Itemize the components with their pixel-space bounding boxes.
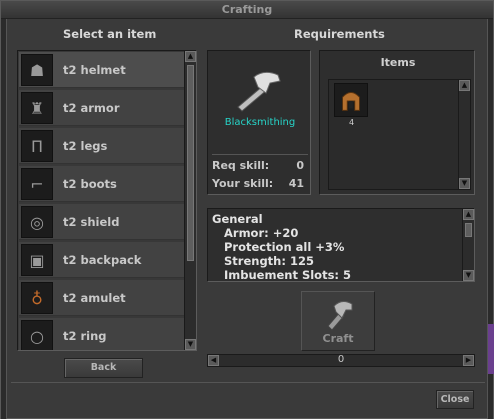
helmet-icon[interactable] — [334, 83, 368, 117]
list-item-label: t2 backpack — [63, 253, 142, 267]
backpack-icon: ▣ — [21, 244, 53, 276]
req-skill-row: Req skill: 0 — [212, 159, 308, 172]
ring-icon: ○ — [21, 320, 53, 350]
req-skill-label: Req skill: — [212, 159, 270, 172]
close-button[interactable]: Close — [436, 390, 474, 409]
hammer-icon — [237, 71, 281, 112]
craft-button[interactable]: Craft — [301, 291, 375, 351]
description-line: Strength: 125 — [224, 254, 314, 268]
window-title[interactable]: Crafting — [1, 1, 493, 19]
scroll-up-arrow-icon[interactable]: ▲ — [459, 80, 470, 91]
items-title: Items — [380, 56, 416, 69]
your-skill-value: 41 — [288, 177, 304, 190]
armor-icon: ♜ — [21, 92, 53, 124]
description-line: Protection all +3% — [224, 240, 345, 254]
item-description: General Armor: +20 Protection all +3% St… — [207, 208, 475, 282]
profession-panel: Blacksmithing Req skill: 0 Your skill: 4… — [207, 50, 311, 195]
back-button[interactable]: Back — [64, 358, 143, 378]
materials-scrollbar[interactable]: ▲ ▼ — [458, 80, 470, 189]
list-item[interactable]: ♁ t2 amulet — [19, 280, 184, 316]
window-border-left — [1, 19, 7, 419]
crafting-window: Crafting Select an item Requirements ☗ t… — [0, 0, 494, 419]
list-item-label: t2 helmet — [63, 63, 126, 77]
items-panel: Items 4 ▲ ▼ — [319, 50, 475, 195]
requirements-heading: Requirements — [294, 27, 385, 41]
list-item-label: t2 amulet — [63, 291, 126, 305]
scroll-right-arrow-icon[interactable]: ▶ — [463, 355, 474, 366]
materials-list[interactable]: 4 ▲ ▼ — [328, 79, 471, 190]
list-item[interactable]: ⌐ t2 boots — [19, 166, 184, 202]
scroll-thumb[interactable] — [187, 65, 194, 261]
description-line: Imbuement Slots: 5 — [224, 268, 352, 282]
your-skill-label: Your skill: — [212, 177, 274, 190]
border-decoration — [488, 324, 494, 374]
item-list[interactable]: ☗ t2 helmet ♜ t2 armor Π t2 legs ⌐ t2 bo… — [17, 50, 197, 351]
description-line: Armor: +20 — [224, 226, 299, 240]
helmet-icon: ☗ — [21, 54, 53, 86]
scroll-up-arrow-icon[interactable]: ▲ — [185, 51, 196, 62]
shield-icon: ◎ — [21, 206, 53, 238]
description-line: General — [212, 212, 263, 226]
list-item[interactable]: ▣ t2 backpack — [19, 242, 184, 278]
scroll-up-arrow-icon[interactable]: ▲ — [463, 209, 474, 220]
list-item[interactable]: ○ t2 ring — [19, 318, 184, 350]
legs-icon: Π — [21, 130, 53, 162]
divider — [212, 154, 308, 155]
amount-scrollbar[interactable]: ◀ 0 ▶ — [207, 354, 475, 367]
boots-icon: ⌐ — [21, 168, 53, 200]
req-skill-value: 0 — [296, 159, 304, 172]
window-border-right — [487, 19, 494, 419]
scroll-thumb[interactable] — [465, 223, 472, 237]
list-item-label: t2 boots — [63, 177, 117, 191]
scroll-down-arrow-icon[interactable]: ▼ — [185, 339, 196, 350]
list-item-label: t2 ring — [63, 329, 107, 343]
list-item[interactable]: ◎ t2 shield — [19, 204, 184, 240]
amount-value: 0 — [337, 354, 345, 365]
list-item[interactable]: ♜ t2 armor — [19, 90, 184, 126]
list-item-label: t2 armor — [63, 101, 120, 115]
divider — [11, 382, 485, 383]
list-item-label: t2 legs — [63, 139, 108, 153]
material-helmet-icon — [342, 92, 360, 111]
select-item-heading: Select an item — [63, 27, 157, 41]
item-list-scrollbar[interactable]: ▲ ▼ — [184, 51, 196, 350]
list-item-label: t2 shield — [63, 215, 120, 229]
list-item[interactable]: ☗ t2 helmet — [19, 52, 184, 88]
profession-name: Blacksmithing — [224, 117, 296, 128]
craft-hammer-icon — [327, 300, 353, 331]
craft-label: Craft — [322, 332, 354, 345]
amulet-icon: ♁ — [21, 282, 53, 314]
list-item[interactable]: Π t2 legs — [19, 128, 184, 164]
scroll-down-arrow-icon[interactable]: ▼ — [463, 270, 474, 281]
material-count: 4 — [349, 118, 355, 127]
scroll-down-arrow-icon[interactable]: ▼ — [459, 178, 470, 189]
your-skill-row: Your skill: 41 — [212, 177, 308, 190]
description-scrollbar[interactable]: ▲ ▼ — [462, 209, 474, 281]
